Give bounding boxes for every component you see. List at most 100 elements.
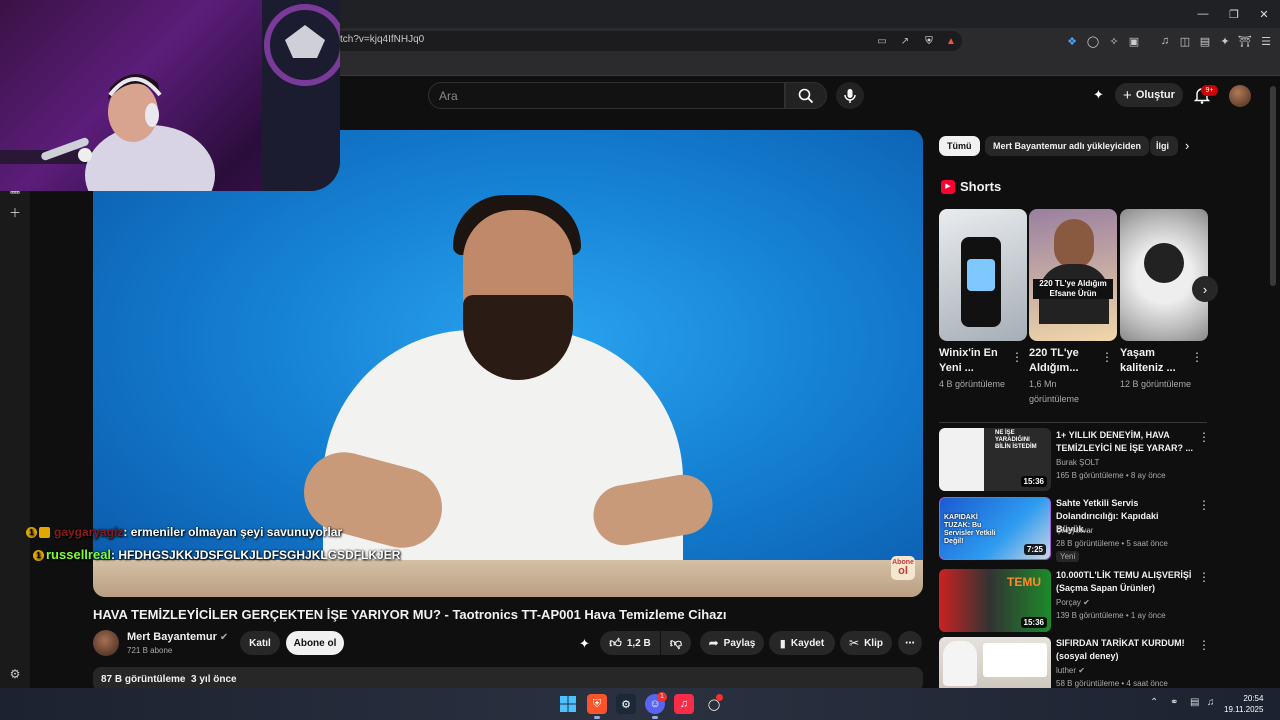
url-text: tch?v=kjq4IfNHJq0 (340, 34, 425, 45)
related-menu-icon[interactable]: ⋮ (1198, 430, 1210, 444)
sidebar-icon[interactable]: ◫ (1177, 33, 1193, 49)
thumb-text: KAPIDAKİ TUZAK: Bu Servisler Yetkili Değ… (944, 514, 996, 545)
subscriber-count: 721 B abone (127, 646, 173, 655)
tray-chevron-icon[interactable]: ⌃ (1150, 697, 1158, 708)
leo-icon[interactable]: ✦ (1217, 33, 1233, 49)
brave-browser-icon[interactable]: ⛨ (587, 694, 607, 714)
subscribe-watermark[interactable]: Abone ol (891, 556, 915, 580)
ai-sparkle-icon[interactable]: ✦ (1093, 87, 1109, 103)
related-title[interactable]: 1+ YILLIK DENEYİM, HAVA TEMİZLEYİCİ NE İ… (1056, 429, 1194, 455)
apple-music-icon[interactable]: ♫ (674, 694, 694, 714)
video-title: HAVA TEMİZLEYİCİLER GERÇEKTEN İŞE YARIYO… (93, 607, 727, 622)
chip-related[interactable]: İlgi (1150, 136, 1178, 156)
brave-shield-icon[interactable]: ⛨ (922, 34, 936, 48)
save-button[interactable]: ▮ Kaydet (769, 631, 835, 655)
close-icon[interactable]: ✕ (1256, 6, 1272, 22)
related-thumbnail[interactable]: NE İŞE YARADIĞINI BİLİN İSTEDİM 15:36 (939, 428, 1051, 491)
chat-message: 1 gaygaryagiz: ermeniler olmayan şeyi sav… (26, 525, 342, 539)
short-title[interactable]: 220 TL'ye Aldığım... (1029, 346, 1101, 376)
microphone-tray-icon[interactable]: ⚭ (1170, 697, 1178, 708)
cast-icon[interactable]: ▭ (875, 34, 889, 48)
steam-icon[interactable]: ⚙ (616, 694, 636, 714)
related-menu-icon[interactable]: ⋮ (1198, 570, 1210, 584)
related-title[interactable]: SIFIRDAN TARİKAT KURDUM! (sosyal deney) (1056, 637, 1194, 663)
page-scrollbar[interactable] (1270, 86, 1276, 286)
settings-icon[interactable]: ⚙ (6, 665, 24, 683)
voice-search-button[interactable] (836, 82, 864, 109)
add-icon[interactable]: ＋ (6, 203, 24, 221)
volume-icon[interactable]: ♫ (1207, 697, 1215, 708)
short-views: 4 B görüntüleme (939, 379, 1006, 389)
extension-icon[interactable]: ◯ (1085, 33, 1101, 49)
brave-rewards-icon[interactable]: ▲ (944, 34, 958, 48)
ask-ai-icon[interactable]: ✦ (579, 636, 590, 652)
dislike-button[interactable]: 👎︎ (661, 631, 691, 655)
chat-message: 1 russellreal: HFDHGSJKKJDSFGLKJLDFSGHJKL… (26, 547, 400, 562)
related-channel[interactable]: Porçay ✔ (1056, 598, 1090, 607)
short-menu-icon[interactable]: ⋮ (1011, 350, 1023, 364)
related-menu-icon[interactable]: ⋮ (1198, 498, 1210, 512)
short-thumbnail[interactable] (1120, 209, 1208, 341)
related-channel[interactable]: Şikayetvar (1056, 526, 1093, 535)
webcam-scene (0, 0, 340, 191)
new-badge: Yeni (1056, 551, 1080, 562)
short-title[interactable]: Winix'in En Yeni ... (939, 346, 1011, 376)
search-input[interactable] (439, 89, 769, 103)
notification-count-badge: 9+ (1201, 85, 1218, 96)
channel-name-text: Mert Bayantemur (127, 631, 217, 643)
create-button[interactable]: + Oluştur (1115, 83, 1183, 107)
like-button[interactable]: 👍︎ 1,2 B (600, 631, 660, 655)
search-button[interactable] (785, 82, 827, 109)
menu-icon[interactable]: ☰ (1258, 33, 1274, 49)
short-thumb-text: 220 TL'ye Aldığım Efsane Ürün (1033, 279, 1113, 299)
more-actions-button[interactable]: ⋯ (898, 631, 922, 655)
verified-icon: ✔ (1078, 666, 1085, 675)
address-bar[interactable]: tch?v=kjq4IfNHJq0 ▭ ↗ ⛨ ▲ (330, 31, 962, 51)
video-frame-table (93, 560, 923, 597)
chat-badge-icon: 1 (26, 527, 37, 539)
music-icon[interactable]: ♫ (1157, 33, 1173, 49)
wallet-icon[interactable]: ▤ (1197, 33, 1213, 49)
related-thumbnail[interactable]: TEMU 15:36 (939, 569, 1051, 632)
channel-avatar[interactable] (93, 630, 119, 656)
screenshot-icon[interactable]: ▣ (1126, 33, 1142, 49)
chip-all[interactable]: Tümü (939, 136, 980, 156)
thumb-person (943, 641, 977, 686)
thumbs-up-icon: 👍︎ (609, 635, 622, 650)
video-duration: 15:36 (1020, 476, 1047, 487)
short-thumbnail[interactable] (939, 209, 1027, 341)
chip-from-uploader[interactable]: Mert Bayantemur adlı yükleyiciden (985, 136, 1150, 156)
subscribe-button[interactable]: Abone ol (286, 631, 344, 655)
share-icon[interactable]: ↗ (898, 34, 912, 48)
share-button[interactable]: ➦ Paylaş (700, 631, 764, 655)
short-title[interactable]: Yaşam kaliteniz ... (1120, 346, 1192, 376)
related-thumbnail[interactable]: KAPIDAKİ TUZAK: Bu Servisler Yetkili Değ… (939, 497, 1051, 560)
chevron-right-icon[interactable]: › (1185, 138, 1189, 153)
related-channel[interactable]: Burak ŞOLT (1056, 458, 1099, 467)
short-thumbnail[interactable]: 220 TL'ye Aldığım Efsane Ürün (1029, 209, 1117, 341)
channel-name[interactable]: Mert Bayantemur ✔ (127, 631, 228, 643)
related-thumbnail[interactable] (939, 637, 1051, 688)
join-button[interactable]: Katıl (240, 631, 280, 655)
puzzle-icon[interactable]: ✧ (1106, 33, 1122, 49)
audio-icon[interactable]: ❖ (1064, 33, 1080, 49)
related-title[interactable]: 10.000TL'LİK TEMU ALIŞVERİŞİ (Saçma Sapa… (1056, 569, 1194, 595)
search-box[interactable] (428, 82, 785, 109)
short-menu-icon[interactable]: ⋮ (1191, 350, 1203, 364)
system-clock[interactable]: 20:54 19.11.2025 (1224, 693, 1263, 715)
related-channel[interactable]: luther ✔ (1056, 666, 1085, 675)
vpn-icon[interactable]: ⛩ (1237, 33, 1253, 49)
account-avatar[interactable] (1229, 85, 1251, 107)
short-menu-icon[interactable]: ⋮ (1101, 350, 1113, 364)
minimize-icon[interactable]: — (1195, 6, 1211, 22)
short-views: 1,6 Mn görüntüleme (1029, 379, 1080, 404)
network-icon[interactable]: ▤ (1190, 697, 1199, 708)
mic-icon (844, 88, 856, 103)
clip-button[interactable]: ✂ Klip (840, 631, 892, 655)
shorts-next-button[interactable]: › (1192, 276, 1218, 302)
restore-icon[interactable]: ❐ (1226, 6, 1242, 22)
app-badge (716, 694, 723, 701)
related-menu-icon[interactable]: ⋮ (1198, 638, 1210, 652)
watermark-text-bottom: ol (898, 565, 908, 577)
windows-start-icon[interactable] (558, 694, 578, 714)
